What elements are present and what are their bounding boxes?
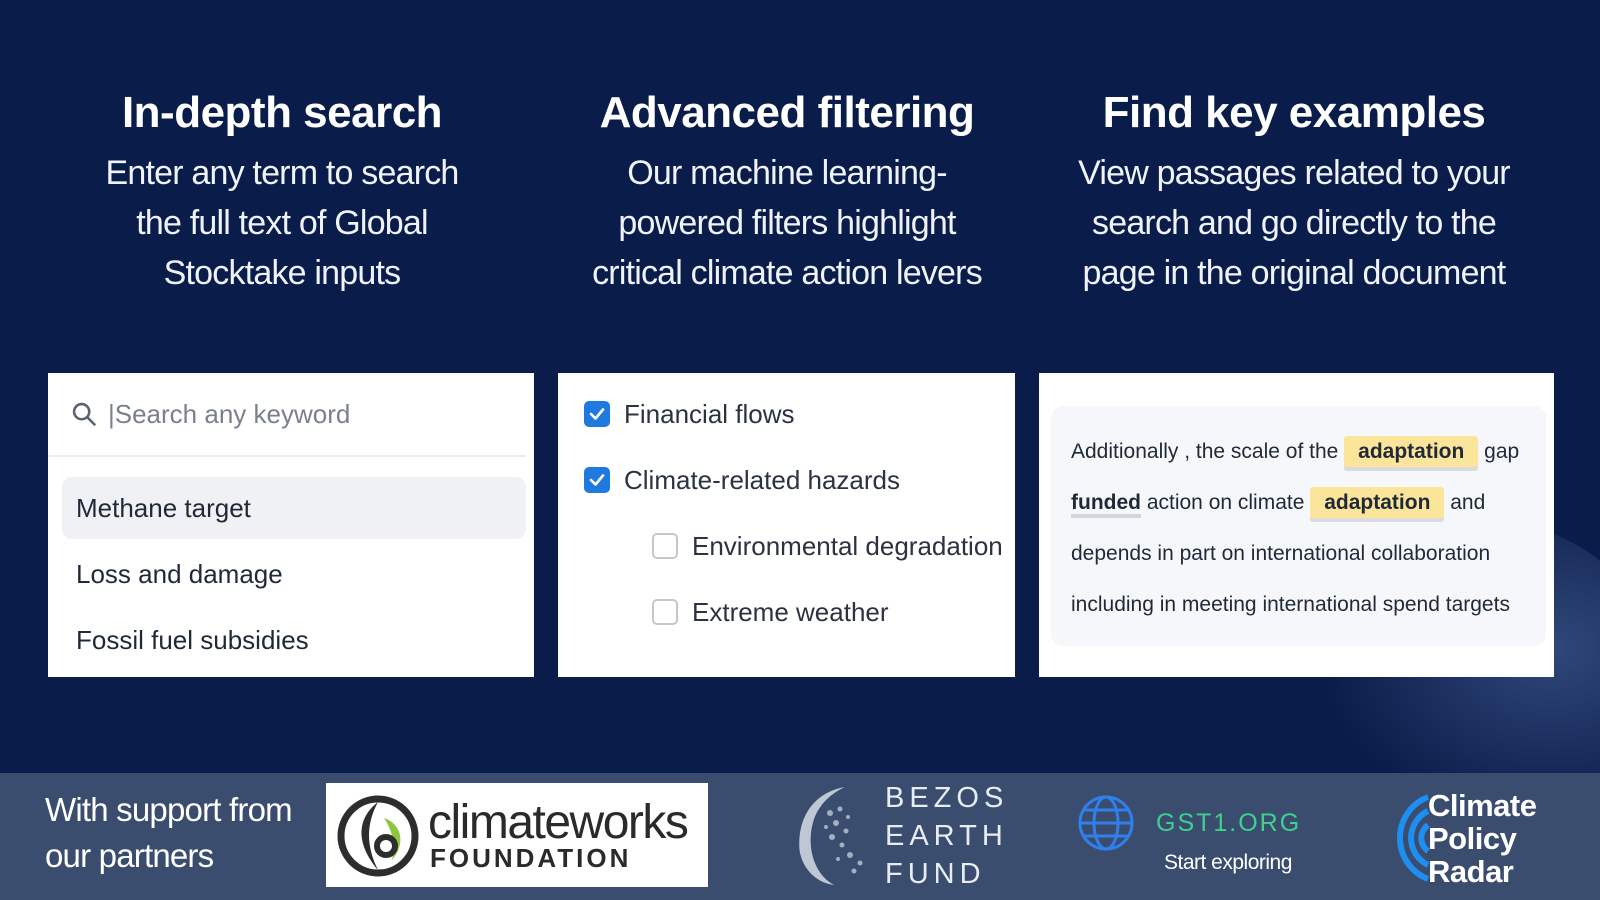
passage-line: funded action on climate adaptation and <box>1071 477 1546 528</box>
passage-line: depends in part on international collabo… <box>1071 542 1491 565</box>
climateworks-name: climateworks <box>428 796 689 849</box>
feature-title: Find key examples <box>1102 88 1486 137</box>
feature-desc-line: Enter any term to search <box>105 154 459 192</box>
suggestion-item[interactable]: Fossil fuel subsidies <box>62 609 526 671</box>
passage-excerpt[interactable]: Additionally , the scale of the adaptati… <box>1051 406 1546 646</box>
feature-title: Advanced filtering <box>599 88 975 137</box>
radar-icon <box>1396 794 1430 882</box>
filter-label: Environmental degradation <box>692 530 1003 561</box>
globe-icon[interactable] <box>1077 794 1135 852</box>
filter-label: Climate-related hazards <box>624 464 901 495</box>
search-icon <box>72 402 96 426</box>
checkbox-checked[interactable] <box>584 401 610 427</box>
checkbox-unchecked[interactable] <box>652 533 678 559</box>
feature-desc-line: View passages related to your <box>1078 154 1510 192</box>
feature-desc-line: powered filters highlight <box>618 204 956 242</box>
climateworks-emblem-icon <box>337 795 419 877</box>
filter-label: Extreme weather <box>692 596 889 627</box>
feature-examples: Find key examples View passages related … <box>1044 88 1544 298</box>
bezos-earth-fund-logo[interactable]: BEZOS EARTH FUND <box>885 779 1008 893</box>
checkbox-unchecked[interactable] <box>652 599 678 625</box>
filter-card: Financial flows Climate-related hazards … <box>558 373 1015 677</box>
filter-option-financial-flows[interactable]: Financial flows <box>558 381 1015 447</box>
underlined-term: funded <box>1071 491 1141 518</box>
gst-link[interactable]: GST1.ORG <box>1156 809 1301 838</box>
start-exploring-link[interactable]: Start exploring <box>1164 851 1292 875</box>
check-icon <box>589 408 605 420</box>
suggestion-item[interactable]: Loss and damage <box>62 543 526 605</box>
passage-line: including in meeting international spend… <box>1071 593 1510 616</box>
search-input[interactable] <box>108 398 488 430</box>
support-text: With support from our partners <box>45 791 293 874</box>
feature-title: In-depth search <box>121 88 443 137</box>
feature-desc-line: the full text of Global <box>136 204 428 242</box>
filter-option-extreme-weather[interactable]: Extreme weather <box>558 579 1015 645</box>
search-card: Methane target Loss and damage Fossil fu… <box>48 373 534 677</box>
passage-line: Additionally , the scale of the adaptati… <box>1071 426 1546 477</box>
climate-policy-radar-logo[interactable]: Climate Policy Radar <box>1428 789 1537 888</box>
climateworks-logo[interactable]: climateworks FOUNDATION <box>326 783 708 887</box>
feature-desc-line: critical climate action levers <box>592 254 983 292</box>
suggestion-item[interactable]: Methane target <box>62 477 526 539</box>
checkbox-checked[interactable] <box>584 467 610 493</box>
filter-label: Financial flows <box>624 398 795 429</box>
highlight-term: adaptation <box>1310 487 1445 522</box>
partners-footer: With support from our partners climatewo… <box>0 773 1600 900</box>
feature-search: In-depth search Enter any term to search… <box>32 88 532 298</box>
climateworks-sub: FOUNDATION <box>430 843 632 873</box>
passage-card: Additionally , the scale of the adaptati… <box>1039 373 1554 677</box>
feature-desc-line: Our machine learning- <box>627 154 947 192</box>
search-bar[interactable] <box>48 373 526 457</box>
check-icon <box>589 474 605 486</box>
globe-icon <box>799 787 863 885</box>
filter-option-environmental-degradation[interactable]: Environmental degradation <box>558 513 1015 579</box>
feature-filtering: Advanced filtering Our machine learning-… <box>537 88 1037 298</box>
highlight-term: adaptation <box>1344 436 1479 471</box>
filter-option-climate-hazards[interactable]: Climate-related hazards <box>558 447 1015 513</box>
feature-desc-line: search and go directly to the <box>1092 204 1497 242</box>
feature-desc-line: page in the original document <box>1082 254 1507 292</box>
feature-desc-line: Stocktake inputs <box>163 254 401 292</box>
